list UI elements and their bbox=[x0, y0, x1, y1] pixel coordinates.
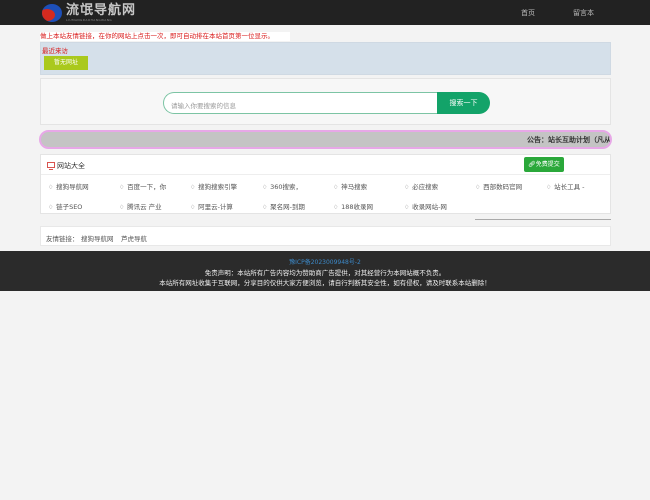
site-directory-title: 网站大全 bbox=[57, 162, 85, 170]
site-link[interactable]: ♢ 站长工具 - bbox=[546, 181, 585, 191]
thumbs-up-icon: ♢ bbox=[404, 204, 410, 211]
site-link-label: 188收录网 bbox=[341, 203, 373, 211]
no-sites-button[interactable]: 暂无网址 bbox=[44, 56, 88, 70]
site-link[interactable]: ♢ 阿里云-计算 bbox=[190, 201, 233, 211]
site-link-label: 搜狗导航网 bbox=[56, 183, 89, 191]
friend-link[interactable]: 搜狗导航网 bbox=[81, 233, 114, 243]
site-link-label: 神马搜索 bbox=[341, 183, 368, 191]
recent-visits-panel: 最近来访 暂无网址 bbox=[40, 42, 611, 75]
site-link[interactable]: ♢ 收录网站-网 bbox=[404, 201, 447, 211]
thumbs-up-icon: ♢ bbox=[333, 204, 339, 211]
site-logo[interactable]: 流氓导航网 LIUMANGDAOHANGWANG bbox=[42, 3, 137, 23]
copyright-notice: 本站所有网址收集于互联网，分享目的仅供大家方便浏览，请自行判断其安全性，如有侵权… bbox=[159, 279, 491, 287]
site-link-label: 链子SEO bbox=[56, 203, 83, 211]
monitor-icon bbox=[47, 162, 55, 170]
site-link-label: 阿里云-计算 bbox=[198, 203, 233, 211]
site-link-label: 百度一下，你 bbox=[127, 183, 167, 191]
nav-home-link[interactable]: 首页 bbox=[521, 8, 535, 18]
search-input[interactable]: 请输入你要搜索的信息 bbox=[163, 92, 439, 114]
logo-subtitle: LIUMANGDAOHANGWANG bbox=[66, 18, 113, 22]
footer: 豫ICP备2023009948号-2 免责声明：本站所有广告内容均为赞助商广告提… bbox=[0, 251, 650, 291]
site-directory: 网站大全 🔗︎免费提交 ♢ 搜狗导航网 ♢ 百度一下，你 ♢ 搜狗搜索引擎 ♢ … bbox=[40, 154, 611, 214]
site-link[interactable]: ♢ 搜狗搜索引擎 bbox=[190, 181, 237, 191]
nav-guestbook-link[interactable]: 留言本 bbox=[573, 8, 594, 18]
thumbs-up-icon: ♢ bbox=[48, 184, 54, 191]
site-link-label: 腾讯云 产业 bbox=[127, 203, 162, 211]
site-link[interactable]: ♢ 聚名网-到期 bbox=[262, 201, 305, 211]
site-link-label: 必应搜索 bbox=[412, 183, 439, 191]
search-placeholder: 请输入你要搜索的信息 bbox=[171, 102, 236, 110]
search-button[interactable]: 搜索一下 bbox=[437, 92, 490, 114]
site-link[interactable]: ♢ 神马搜索 bbox=[333, 181, 367, 191]
logo-text: 流氓导航网 bbox=[66, 3, 137, 18]
thumbs-up-icon: ♢ bbox=[262, 204, 268, 211]
announcement-text: 公告：站长互助计划（凡从 bbox=[527, 136, 611, 144]
thumbs-up-icon: ♢ bbox=[546, 184, 552, 191]
friend-link-tip: 做上本站友情链接，在你的网站上点击一次，即可自动排在本站首页第一位显示。 bbox=[40, 32, 290, 41]
thumbs-up-icon: ♢ bbox=[119, 204, 125, 211]
friend-links-label: 友情链接： bbox=[46, 235, 79, 243]
thumbs-up-icon: ♢ bbox=[404, 184, 410, 191]
site-link[interactable]: ♢ 必应搜索 bbox=[404, 181, 438, 191]
free-submit-label: 免费提交 bbox=[535, 161, 560, 168]
site-link[interactable]: ♢ 西部数码官网 bbox=[475, 181, 522, 191]
site-link-label: 聚名网-到期 bbox=[270, 203, 305, 211]
friend-links-bar: 友情链接： 搜狗导航网 芦虎导航 bbox=[40, 226, 611, 246]
thumbs-up-icon: ♢ bbox=[475, 184, 481, 191]
site-link-label: 360搜索， bbox=[270, 183, 302, 191]
site-link-label: 搜狗搜索引擎 bbox=[198, 183, 238, 191]
recent-visits-title: 最近来访 bbox=[42, 47, 68, 55]
icp-link[interactable]: 豫ICP备2023009948号-2 bbox=[0, 257, 650, 266]
logo-mark-icon bbox=[42, 4, 62, 22]
thumbs-up-icon: ♢ bbox=[48, 204, 54, 211]
site-link[interactable]: ♢ 360搜索， bbox=[262, 181, 302, 191]
announcement-marquee: 公告：站长互助计划（凡从 bbox=[39, 130, 612, 149]
site-directory-header: 网站大全 🔗︎免费提交 bbox=[41, 155, 610, 175]
friend-link[interactable]: 芦虎导航 bbox=[121, 233, 147, 243]
divider bbox=[475, 219, 611, 220]
site-link[interactable]: ♢ 188收录网 bbox=[333, 201, 373, 211]
thumbs-up-icon: ♢ bbox=[190, 204, 196, 211]
site-link-label: 收录网站-网 bbox=[412, 203, 447, 211]
top-navbar: 流氓导航网 LIUMANGDAOHANGWANG 首页 留言本 bbox=[0, 0, 650, 25]
thumbs-up-icon: ♢ bbox=[119, 184, 125, 191]
search-panel: 请输入你要搜索的信息 搜索一下 bbox=[40, 78, 611, 125]
site-link[interactable]: ♢ 腾讯云 产业 bbox=[119, 201, 162, 211]
thumbs-up-icon: ♢ bbox=[262, 184, 268, 191]
site-link-label: 西部数码官网 bbox=[483, 183, 523, 191]
thumbs-up-icon: ♢ bbox=[333, 184, 339, 191]
site-link[interactable]: ♢ 链子SEO bbox=[48, 201, 82, 211]
free-submit-button[interactable]: 🔗︎免费提交 bbox=[524, 157, 564, 172]
site-link-label: 站长工具 - bbox=[554, 183, 585, 191]
disclaimer-line: 免责声明：本站所有广告内容均为赞助商广告提供，对其经营行为本网站概不负责。 bbox=[204, 269, 446, 277]
site-link[interactable]: ♢ 搜狗导航网 bbox=[48, 181, 89, 191]
link-icon: 🔗︎ bbox=[528, 161, 536, 168]
site-link[interactable]: ♢ 百度一下，你 bbox=[119, 181, 166, 191]
thumbs-up-icon: ♢ bbox=[190, 184, 196, 191]
